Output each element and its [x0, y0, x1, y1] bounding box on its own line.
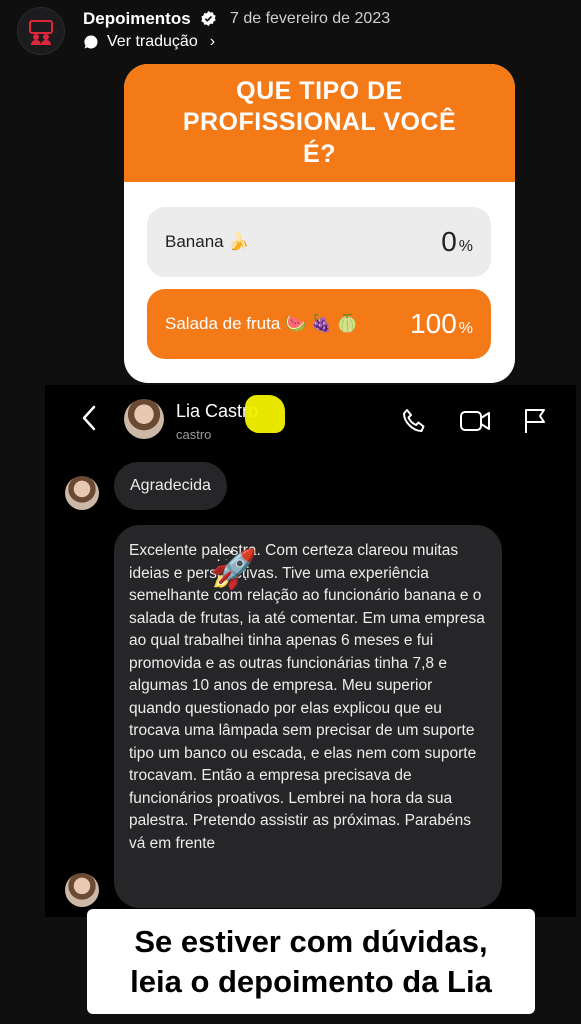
caption-line-2: leia o depoimento da Lia — [130, 963, 492, 999]
account-name[interactable]: Depoimentos — [83, 9, 191, 29]
poll-sticker: QUE TIPO DE PROFISSIONAL VOCÊ É? Banana … — [124, 64, 515, 383]
video-camera-icon[interactable] — [459, 407, 491, 435]
chevron-right-icon: › — [209, 33, 216, 50]
highlight-sticker — [245, 395, 285, 433]
caption-line-1: Se estiver com dúvidas, — [134, 923, 488, 959]
flag-report-icon[interactable] — [522, 407, 548, 435]
caption-text: Se estiver com dúvidas, leia o depoiment… — [130, 922, 492, 1002]
translate-label: Ver tradução — [107, 33, 198, 50]
speech-bubble-icon — [84, 35, 98, 49]
phone-icon[interactable] — [400, 407, 428, 435]
poll-option-banana[interactable]: Banana 🍌 0% — [147, 207, 491, 277]
story-caption: Se estiver com dúvidas, leia o depoiment… — [87, 909, 535, 1014]
chat-screenshot: Lia Castro castro Agradecida Excelente p… — [45, 385, 576, 917]
message-avatar — [65, 873, 99, 907]
message-bubble[interactable]: Agradecida — [114, 462, 227, 510]
chat-header: Lia Castro castro — [45, 385, 576, 455]
translate-link[interactable]: Ver tradução › — [83, 33, 215, 51]
poll-option-salada[interactable]: Salada de fruta 🍉 🍇 🍈 100% — [147, 289, 491, 359]
verified-badge-icon — [201, 10, 216, 27]
poll-option-label: Salada de fruta 🍉 🍇 🍈 — [165, 314, 358, 333]
post-date: 7 de fevereiro de 2023 — [230, 10, 391, 27]
people-board-icon — [29, 20, 53, 45]
rocket-sticker-icon: 🚀 — [210, 549, 258, 591]
poll-option-label: Banana 🍌 — [165, 232, 250, 251]
story-header: Depoimentos 7 de fevereiro de 2023 Ver t… — [0, 0, 581, 60]
contact-avatar[interactable] — [124, 399, 164, 439]
account-avatar[interactable] — [17, 7, 65, 55]
back-arrow-icon[interactable] — [78, 403, 100, 433]
poll-question: QUE TIPO DE PROFISSIONAL VOCÊ É? — [182, 77, 457, 168]
contact-username: castro — [176, 427, 212, 442]
poll-question-area: QUE TIPO DE PROFISSIONAL VOCÊ É? — [124, 64, 515, 182]
poll-option-percent: 0% — [441, 226, 473, 257]
message-avatar — [65, 476, 99, 510]
message-bubble[interactable]: Excelente palestra. Com certeza clareou … — [114, 525, 502, 908]
poll-option-percent: 100% — [410, 308, 473, 339]
